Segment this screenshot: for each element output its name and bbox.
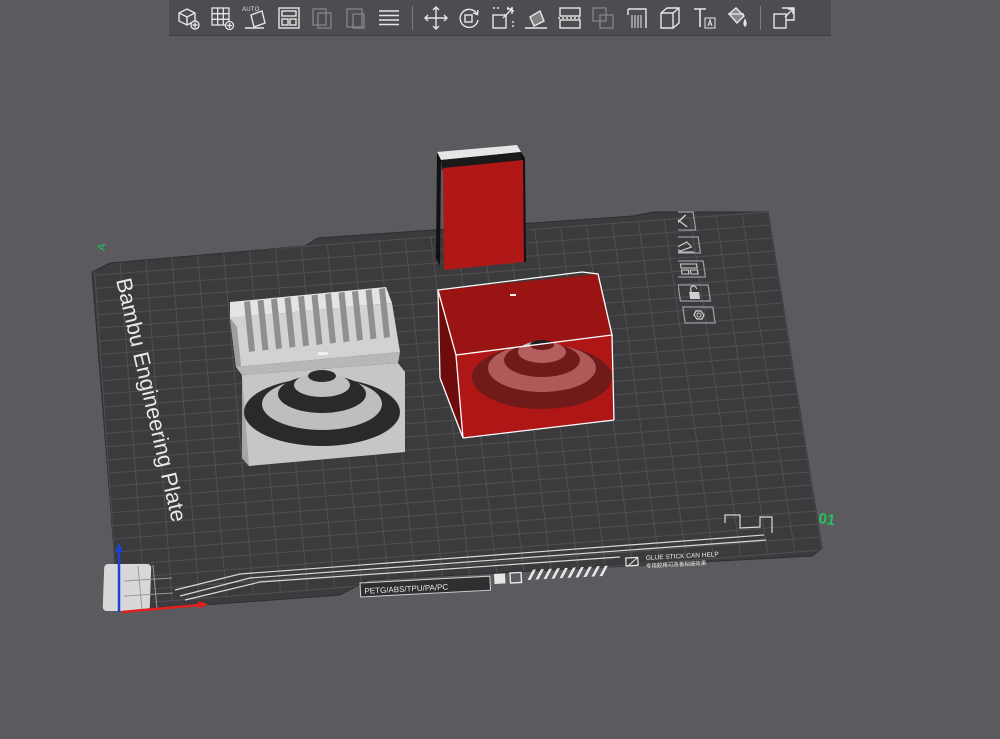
- cut-icon: [557, 6, 582, 29]
- lay-on-face-button[interactable]: [521, 2, 551, 34]
- arrange-plate-button[interactable]: [678, 260, 707, 278]
- add-cube-icon: [178, 7, 200, 30]
- boolean-icon: [592, 6, 614, 29]
- auto-orient-plate-button[interactable]: [678, 236, 702, 254]
- arrange-button[interactable]: [274, 2, 304, 34]
- toolbar-separator: [411, 5, 413, 30]
- scale-button[interactable]: [488, 2, 518, 34]
- delete-plate-button[interactable]: [678, 211, 697, 231]
- move-button[interactable]: [421, 2, 451, 34]
- settings-gear-icon: [693, 310, 705, 320]
- red-tall-box-object[interactable]: [436, 145, 526, 270]
- toolbar-separator: [759, 5, 761, 30]
- support-paint-icon: [626, 7, 647, 28]
- copy-button[interactable]: [307, 2, 337, 34]
- text-button[interactable]: [689, 2, 719, 34]
- add-plate-button[interactable]: [207, 2, 237, 34]
- scale-icon: [491, 6, 514, 29]
- color-paint-icon: [728, 6, 747, 27]
- lock-icon: [689, 285, 701, 299]
- move-icon: [423, 5, 448, 30]
- seam-paint-button[interactable]: [655, 2, 685, 34]
- assembly-view-button[interactable]: [769, 2, 799, 34]
- layers-icon: [379, 9, 399, 25]
- add-object-button[interactable]: [173, 2, 203, 34]
- red-box-object-selected[interactable]: [437, 271, 615, 439]
- layers-button[interactable]: [374, 2, 404, 34]
- boolean-button[interactable]: [588, 2, 618, 34]
- paste-button[interactable]: [341, 2, 371, 34]
- paste-icon: [345, 7, 365, 29]
- plate-settings-button[interactable]: [682, 306, 716, 324]
- copy-icon: [312, 7, 332, 29]
- main-toolbar: AUTO: [169, 0, 831, 36]
- support-paint-button[interactable]: [622, 2, 652, 34]
- 3d-viewport[interactable]: PETG/ABS/TPU/PA/PC GLUE STICK CAN HELP 专…: [0, 0, 1000, 739]
- orient-plate-icon: [678, 241, 695, 253]
- arrange-plate-icon: [679, 263, 699, 275]
- grid-plus-icon: [210, 6, 234, 30]
- color-paint-button[interactable]: [722, 2, 752, 34]
- rotate-icon: [459, 8, 479, 28]
- lock-plate-button[interactable]: [678, 284, 712, 302]
- auto-label: AUTO: [242, 6, 260, 13]
- lay-on-face-icon: [525, 9, 547, 29]
- seam-paint-icon: [660, 6, 680, 29]
- rotate-button[interactable]: [454, 2, 484, 34]
- cut-button[interactable]: [555, 2, 585, 34]
- plate-origin-mark: A: [96, 242, 109, 252]
- auto-orient-button[interactable]: AUTO: [240, 2, 270, 34]
- assembly-icon: [772, 6, 795, 29]
- plate-number: 01: [817, 510, 836, 529]
- arrange-icon: [277, 6, 300, 29]
- plate-tools-panel: [678, 210, 748, 325]
- close-x-icon: [678, 214, 688, 228]
- gray-box-object[interactable]: [230, 287, 405, 466]
- text-icon: [693, 7, 715, 28]
